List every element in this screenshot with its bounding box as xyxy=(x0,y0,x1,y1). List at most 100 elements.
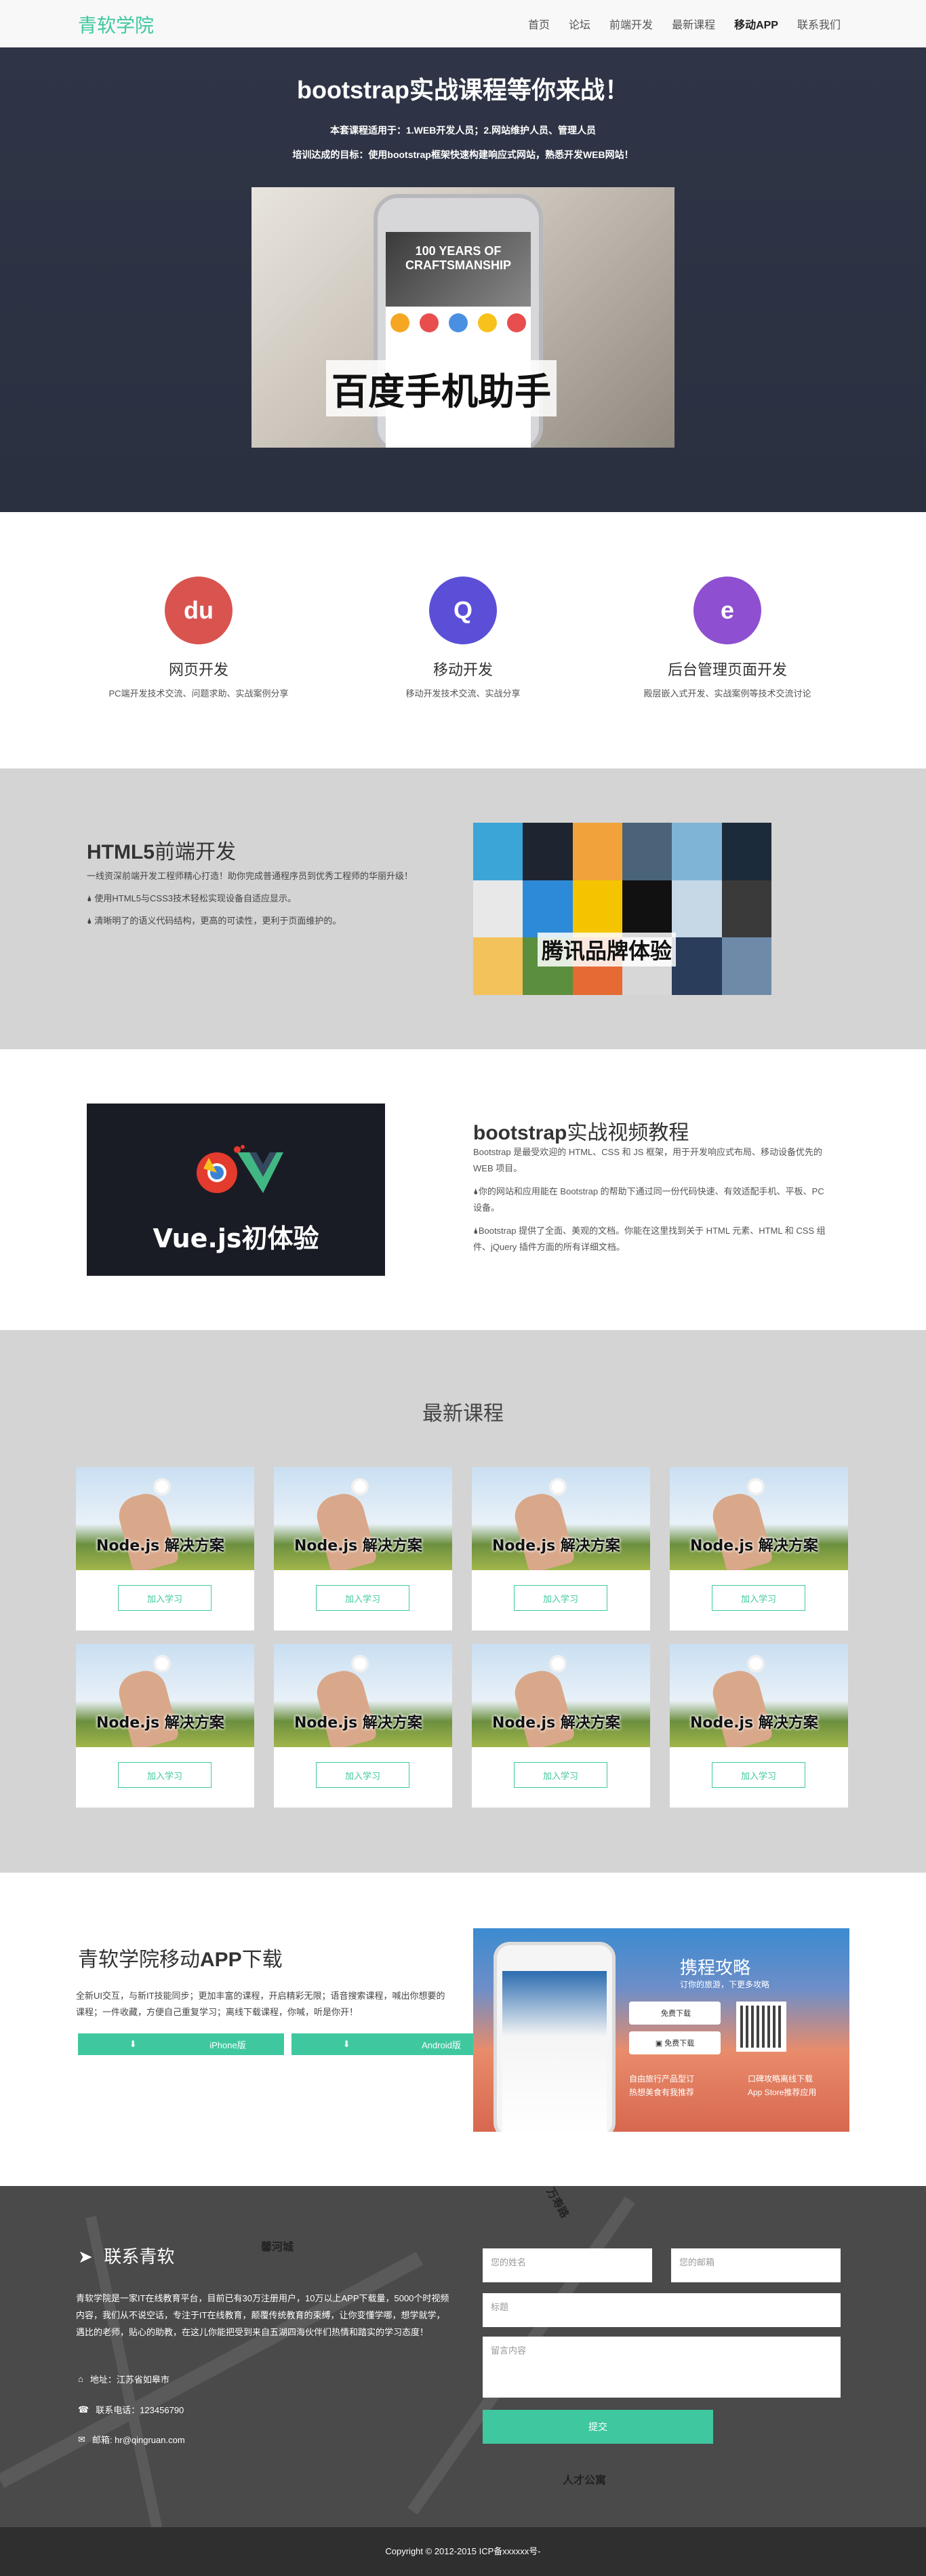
brand-logo[interactable]: 青软学院 xyxy=(78,11,154,38)
course-thumbnail: Node.js 解决方案 xyxy=(670,1467,848,1570)
section-text: 🌢Bootstrap 提供了全面、美观的文档。你能在这里找到关于 HTML 元素… xyxy=(473,1226,826,1252)
download-icon: ⬇ xyxy=(301,2033,395,2055)
feature-title: 后台管理页面开发 xyxy=(667,662,787,679)
hero-image: 100 YEARS OF CRAFTSMANSHIP 百度手机助手 xyxy=(251,187,675,448)
image-subtitle: 订你的旅游，下更多攻略 xyxy=(680,1980,770,1989)
section-text: 全新UI交互，与新IT技能同步；更加丰富的课程，开启精彩无限；语音搜索课程，喊出… xyxy=(76,1991,445,2017)
course-thumbnail: Node.js 解决方案 xyxy=(472,1644,650,1747)
android-icon: ▣ xyxy=(655,2039,665,2048)
course-card[interactable]: Node.js 解决方案加入学习 xyxy=(670,1467,848,1631)
android-download-button[interactable]: ⬇ Android版 xyxy=(291,2033,498,2055)
email-input[interactable]: 您的邮箱 xyxy=(671,2248,841,2282)
app-icon xyxy=(506,313,526,332)
course-thumbnail: Node.js 解决方案 xyxy=(76,1644,254,1747)
join-study-button[interactable]: 加入学习 xyxy=(514,1585,607,1611)
course-thumbnail: Node.js 解决方案 xyxy=(274,1467,452,1570)
nav-item-courses[interactable]: 最新课程 xyxy=(662,16,725,32)
section-text: 🌢 使用HTML5与CSS3技术轻松实现设备自适应显示。 xyxy=(87,893,297,903)
image-feature-text: 自由旅行产品型订 热想美食有我推荐 xyxy=(629,2074,695,2097)
section-text: 🌢 清晰明了的语义代码结构，更高的可读性，更利于页面维护的。 xyxy=(87,916,342,926)
course-card[interactable]: Node.js 解决方案加入学习 xyxy=(274,1644,452,1808)
map-road xyxy=(0,2251,424,2489)
feature-desc: PC端开发技术交流、问题求助、实战案例分享 xyxy=(108,688,289,699)
course-thumbnail: Node.js 解决方案 xyxy=(670,1644,848,1747)
contact-address: ⌂ 地址：江苏省如皋市 xyxy=(78,2374,169,2385)
join-study-button[interactable]: 加入学习 xyxy=(118,1585,212,1611)
join-study-button[interactable]: 加入学习 xyxy=(514,1762,607,1788)
course-thumbnail: Node.js 解决方案 xyxy=(76,1467,254,1570)
course-thumbnail: Node.js 解决方案 xyxy=(472,1467,650,1570)
features-section: du 网页开发 PC端开发技术交流、问题求助、实战案例分享 Q 移动开发 移动开… xyxy=(0,512,926,768)
join-study-button[interactable]: 加入学习 xyxy=(316,1762,409,1788)
contact-intro: 青软学院是一家IT在线教育平台，目前已有30万注册用户，10万以上APP下载量，… xyxy=(76,2293,449,2337)
course-card[interactable]: Node.js 解决方案加入学习 xyxy=(76,1644,254,1808)
nav-menu: 首页 论坛 前端开发 最新课程 移动APP 联系我们 xyxy=(519,16,850,32)
contact-email: ✉ 邮箱: hr@qingruan.com xyxy=(78,2434,185,2446)
html5-section: HTML5前端开发 一线资深前端开发工程师精心打造！助你完成普通程序员到优秀工程… xyxy=(0,768,926,1049)
page-footer: Copyright © 2012-2015 ICP备xxxxxx号- xyxy=(0,2527,926,2576)
join-study-button[interactable]: 加入学习 xyxy=(118,1762,212,1788)
feature-title: 网页开发 xyxy=(168,662,228,679)
contact-phone: ☎ 联系电话：123456790 xyxy=(78,2404,184,2416)
bootstrap-video-section: Vue.js初体验 bootstrap实战视频教程 Bootstrap 是最受欢… xyxy=(0,1049,926,1330)
hero-subtitle-1: 本套课程适用于：1.WEB开发人员；2.网站维护人员、管理人员 xyxy=(329,125,596,136)
app-icon xyxy=(420,313,439,332)
bullet-icon: 🌢 xyxy=(473,1186,479,1196)
join-study-button[interactable]: 加入学习 xyxy=(712,1585,805,1611)
section-title: 青软学院移动APP下载 xyxy=(78,1948,283,1972)
bullet-icon: 🌢 xyxy=(473,1226,479,1236)
iphone-download-button[interactable]: ⬇ iPhone版 xyxy=(78,2033,284,2055)
course-thumbnail: Node.js 解决方案 xyxy=(274,1644,452,1747)
app-icon xyxy=(448,313,468,332)
image-caption: Vue.js初体验 xyxy=(153,1224,319,1253)
phone-icon: ☎ xyxy=(78,2404,89,2415)
ctrip-app-image: 携程攻略 订你的旅游，下更多攻略 免费下载 ▣ 免费下载 自由旅行产品型订 热想美… xyxy=(473,1928,849,2132)
bullet-icon: 🌢 xyxy=(87,916,95,926)
course-card[interactable]: Node.js 解决方案加入学习 xyxy=(76,1467,254,1631)
send-icon: ➤ xyxy=(78,2247,104,2267)
map-label: 人才公寓 xyxy=(563,2475,607,2486)
app-icon xyxy=(390,313,410,332)
image-feature-text: 口碑攻略离线下载 App Store推荐应用 xyxy=(748,2074,817,2097)
section-title: HTML5前端开发 xyxy=(87,840,236,864)
name-input[interactable]: 您的姓名 xyxy=(483,2248,652,2282)
feature-web: du 网页开发 PC端开发技术交流、问题求助、实战案例分享 xyxy=(66,577,331,768)
nav-item-app[interactable]: 移动APP xyxy=(725,16,788,32)
course-card[interactable]: Node.js 解决方案加入学习 xyxy=(472,1644,650,1808)
feature-desc: 移动开发技术交流、实战分享 xyxy=(405,688,521,699)
home-icon: ⌂ xyxy=(78,2374,83,2384)
nav-item-home[interactable]: 首页 xyxy=(519,16,559,32)
section-text: 一线资深前端开发工程师精心打造！助你完成普通程序员到优秀工程师的华丽升级！ xyxy=(87,871,414,881)
feature-admin: e 后台管理页面开发 殿层嵌入式开发、实战案例等技术交流讨论 xyxy=(595,577,860,768)
course-card[interactable]: Node.js 解决方案加入学习 xyxy=(472,1467,650,1631)
download-buttons: ⬇ iPhone版 ⬇ Android版 xyxy=(78,2033,498,2055)
hero-subtitle-2: 培训达成的目标：使用bootstrap框架快速构建响应式网站，熟悉开发WEB网站… xyxy=(292,149,634,160)
join-study-button[interactable]: 加入学习 xyxy=(316,1585,409,1611)
nav-item-frontend[interactable]: 前端开发 xyxy=(600,16,662,32)
vue-logo-icon xyxy=(197,1145,283,1193)
feature-desc: 殿层嵌入式开发、实战案例等技术交流讨论 xyxy=(643,688,811,699)
app-store-badge: 免费下载 xyxy=(629,2002,721,2025)
hero-image-caption: 百度手机助手 xyxy=(326,360,557,416)
join-study-button[interactable]: 加入学习 xyxy=(712,1762,805,1788)
alibaba-icon: e xyxy=(693,577,761,644)
course-card[interactable]: Node.js 解决方案加入学习 xyxy=(274,1467,452,1631)
android-store-badge: ▣ 免费下载 xyxy=(629,2031,721,2054)
hero-title: bootstrap实战课程等你来战！ xyxy=(297,76,629,104)
feature-mobile: Q 移动开发 移动开发技术交流、实战分享 xyxy=(331,577,595,768)
section-title: 最新课程 xyxy=(422,1402,504,1426)
image-caption: 腾讯品牌体验 xyxy=(538,933,677,967)
submit-button[interactable]: 提交 xyxy=(483,2410,713,2444)
map-label: 万寿路 xyxy=(544,2186,571,2221)
download-icon: ⬇ xyxy=(87,2033,181,2055)
bullet-icon: 🌢 xyxy=(87,893,95,903)
nav-item-forum[interactable]: 论坛 xyxy=(559,16,600,32)
hero-section: bootstrap实战课程等你来战！ 本套课程适用于：1.WEB开发人员；2.网… xyxy=(0,47,926,512)
phone-mockup xyxy=(494,1942,616,2132)
baidu-paw-icon: du xyxy=(165,577,233,644)
map-label: 馨河城 xyxy=(261,2242,294,2253)
nav-item-contact[interactable]: 联系我们 xyxy=(788,16,850,32)
message-textarea[interactable]: 留言内容 xyxy=(483,2337,841,2398)
title-input[interactable]: 标题 xyxy=(483,2293,841,2327)
course-card[interactable]: Node.js 解决方案加入学习 xyxy=(670,1644,848,1808)
